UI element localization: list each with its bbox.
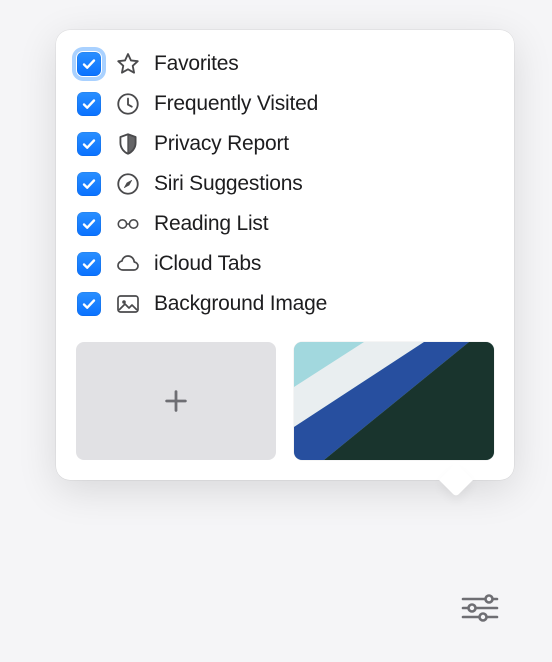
- option-label: Siri Suggestions: [154, 172, 303, 196]
- checkbox-wrap: [76, 131, 102, 157]
- checkmark-icon: [81, 96, 97, 112]
- checkmark-icon: [81, 136, 97, 152]
- option-favorites[interactable]: Favorites: [76, 48, 494, 80]
- checkbox-wrap: [76, 251, 102, 277]
- shield-icon: [114, 130, 142, 158]
- checkbox-reading-list[interactable]: [77, 212, 101, 236]
- sliders-icon: [459, 592, 501, 624]
- checkmark-icon: [81, 296, 97, 312]
- option-background-image[interactable]: Background Image: [76, 288, 494, 320]
- wallpaper-thumbnail[interactable]: [294, 342, 494, 460]
- checkbox-privacy-report[interactable]: [77, 132, 101, 156]
- clock-icon: [114, 90, 142, 118]
- wallpaper-preview: [294, 342, 494, 460]
- option-label: Frequently Visited: [154, 92, 318, 116]
- checkbox-wrap: [76, 211, 102, 237]
- star-icon: [114, 50, 142, 78]
- cloud-icon: [114, 250, 142, 278]
- option-icloud-tabs[interactable]: iCloud Tabs: [76, 248, 494, 280]
- image-icon: [114, 290, 142, 318]
- option-frequently-visited[interactable]: Frequently Visited: [76, 88, 494, 120]
- checkbox-wrap: [76, 291, 102, 317]
- option-label: iCloud Tabs: [154, 252, 261, 276]
- checkmark-icon: [81, 56, 97, 72]
- option-label: Privacy Report: [154, 132, 289, 156]
- checkmark-icon: [81, 216, 97, 232]
- compass-icon: [114, 170, 142, 198]
- checkmark-icon: [81, 176, 97, 192]
- checkbox-frequently-visited[interactable]: [77, 92, 101, 116]
- option-privacy-report[interactable]: Privacy Report: [76, 128, 494, 160]
- background-thumbnails: [76, 342, 494, 460]
- checkmark-icon: [81, 256, 97, 272]
- checkbox-icloud-tabs[interactable]: [77, 252, 101, 276]
- start-page-customize-popover: Favorites Frequently Visited Priva: [56, 30, 514, 480]
- option-label: Favorites: [154, 52, 239, 76]
- option-list: Favorites Frequently Visited Priva: [76, 48, 494, 320]
- checkbox-wrap: [76, 171, 102, 197]
- glasses-icon: [114, 210, 142, 238]
- checkbox-favorites[interactable]: [77, 52, 101, 76]
- checkbox-favorites-wrap: [76, 51, 102, 77]
- option-label: Background Image: [154, 292, 327, 316]
- add-background-button[interactable]: [76, 342, 276, 460]
- checkbox-siri-suggestions[interactable]: [77, 172, 101, 196]
- checkbox-wrap: [76, 91, 102, 117]
- option-label: Reading List: [154, 212, 268, 236]
- option-reading-list[interactable]: Reading List: [76, 208, 494, 240]
- option-siri-suggestions[interactable]: Siri Suggestions: [76, 168, 494, 200]
- plus-icon: [162, 387, 190, 415]
- customize-settings-button[interactable]: [456, 588, 504, 628]
- checkbox-background-image[interactable]: [77, 292, 101, 316]
